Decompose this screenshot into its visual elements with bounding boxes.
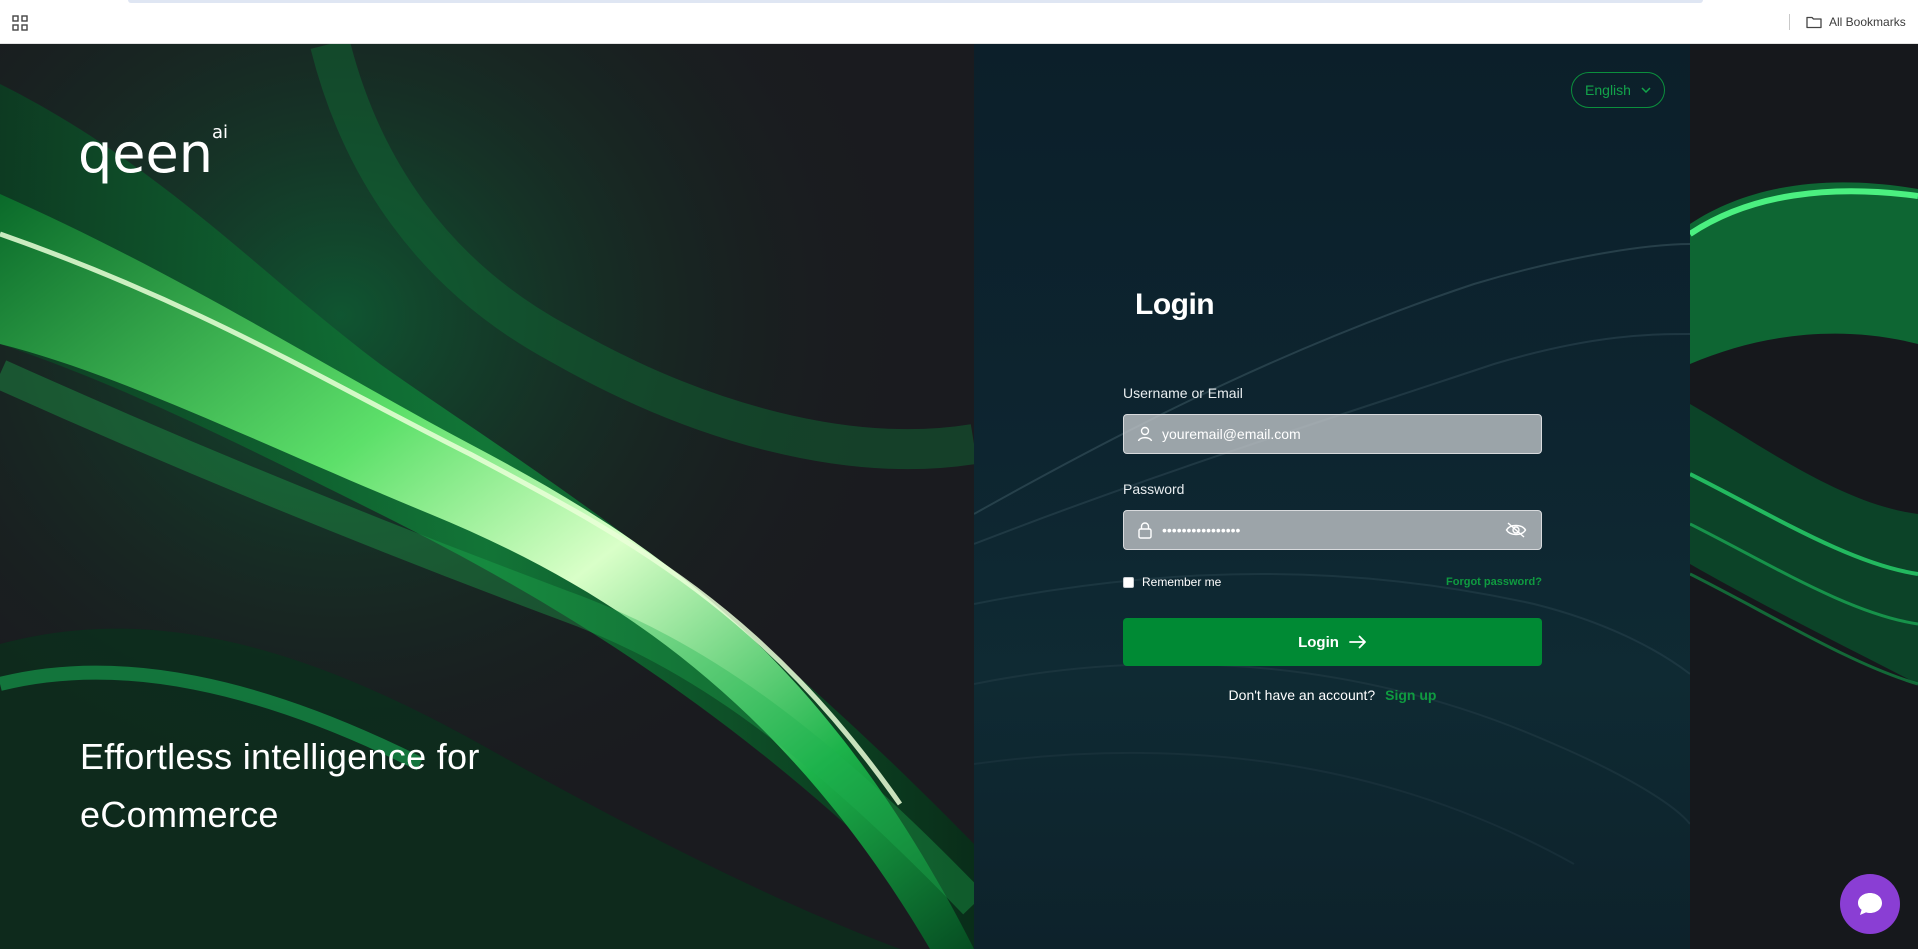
password-label: Password xyxy=(1123,481,1185,497)
password-input-value[interactable]: •••••••••••••••• xyxy=(1162,522,1505,538)
lock-icon xyxy=(1138,522,1152,539)
language-selected-label: English xyxy=(1585,82,1631,98)
arrow-right-icon xyxy=(1349,635,1366,649)
remember-me-checkbox[interactable] xyxy=(1123,576,1134,588)
signup-link[interactable]: Sign up xyxy=(1385,687,1436,703)
hero-image: qeen ai Effortless intelligence for eCom… xyxy=(0,44,974,949)
apps-grid-icon[interactable] xyxy=(12,15,28,31)
login-panel: English Login Username or Email youremai… xyxy=(974,44,1690,949)
bookmarks-bar: All Bookmarks xyxy=(0,0,1918,44)
logo-mark: qeen ai xyxy=(78,122,228,185)
username-label: Username or Email xyxy=(1123,385,1243,401)
password-field[interactable]: •••••••••••••••• xyxy=(1123,510,1542,550)
logo-wordmark: qeen xyxy=(78,122,213,185)
login-button-label: Login xyxy=(1298,633,1339,651)
green-wave-artwork-right xyxy=(1690,44,1918,949)
login-title: Login xyxy=(1135,288,1215,321)
forgot-password-link[interactable]: Forgot password? xyxy=(1446,576,1542,588)
hero-tagline: Effortless intelligence for eCommerce xyxy=(80,728,640,844)
no-account-text: Don't have an account? xyxy=(1228,687,1376,703)
folder-icon xyxy=(1806,16,1822,29)
tagline-line-1: Effortless intelligence for xyxy=(80,736,480,777)
login-page: qeen ai Effortless intelligence for eCom… xyxy=(0,44,1918,949)
panel-wave-texture xyxy=(974,243,1690,865)
logo-superscript: ai xyxy=(212,122,228,143)
all-bookmarks-label: All Bookmarks xyxy=(1829,15,1906,29)
tagline-line-2: eCommerce xyxy=(80,794,279,835)
login-button[interactable]: Login xyxy=(1123,618,1542,666)
username-input-value[interactable]: youremail@email.com xyxy=(1162,426,1541,442)
eye-slash-icon[interactable] xyxy=(1505,521,1527,539)
hero-image-right xyxy=(1690,44,1918,949)
remember-me[interactable]: Remember me xyxy=(1123,575,1221,589)
signup-prompt: Don't have an account? Sign up xyxy=(1123,687,1542,703)
chevron-down-icon xyxy=(1641,87,1651,93)
chat-bubble-icon xyxy=(1858,893,1882,915)
language-select[interactable]: English xyxy=(1571,72,1665,108)
user-icon xyxy=(1137,426,1153,442)
bookmarks-separator xyxy=(1789,14,1790,30)
remember-me-label: Remember me xyxy=(1142,575,1222,589)
username-field[interactable]: youremail@email.com xyxy=(1123,414,1542,454)
all-bookmarks-button[interactable]: All Bookmarks xyxy=(1806,13,1906,31)
address-bar-edge xyxy=(128,0,1703,3)
chat-widget-button[interactable] xyxy=(1840,874,1900,934)
